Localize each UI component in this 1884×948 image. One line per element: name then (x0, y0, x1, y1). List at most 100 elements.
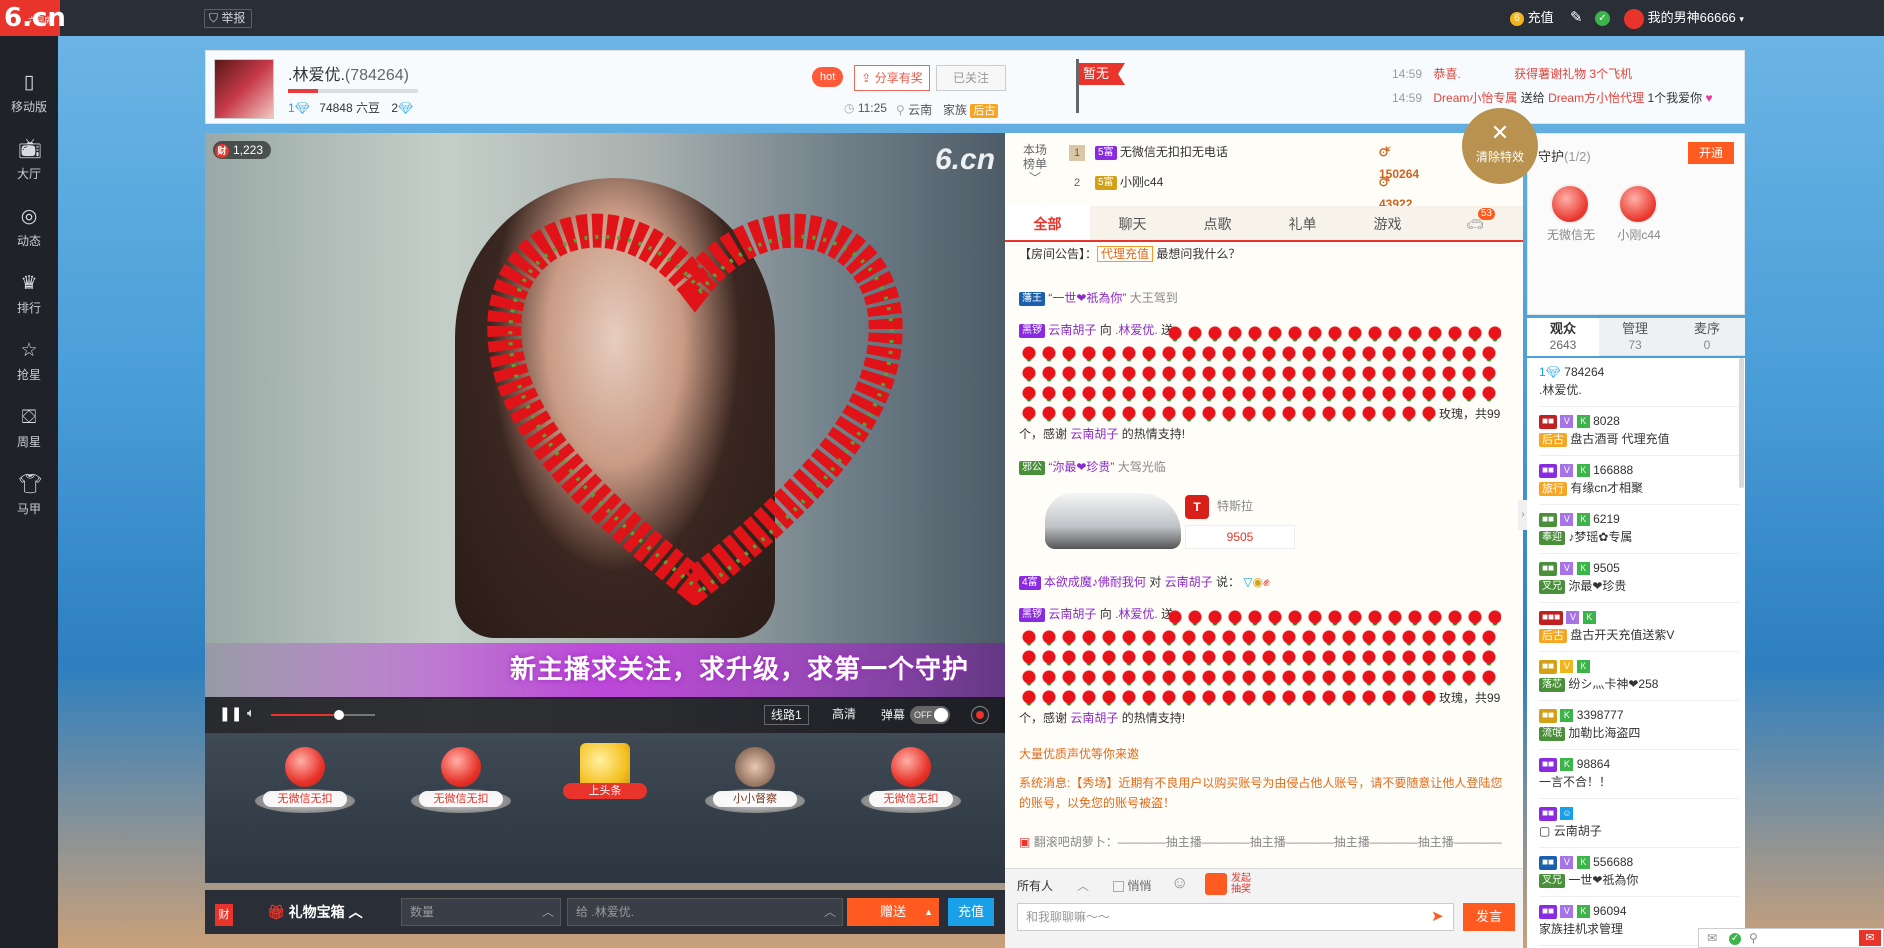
bag-icon: ⛋ (21, 407, 37, 428)
gift-item[interactable]: 无微信无扣 (255, 743, 355, 823)
search-icon[interactable]: ⚲ (1749, 931, 1758, 945)
lottery-icon (1205, 873, 1227, 895)
lottery-button[interactable]: 发起抽奖 (1205, 873, 1255, 897)
chat-panel: 本场 榜单 ﹀ 1 5富 无微信无扣扣无电话 🜚 150264 2 5富 小刚c44 🜚… (1005, 133, 1523, 943)
tab-mic-queue[interactable]: 麦序 0 (1671, 318, 1743, 356)
gift-headline[interactable]: 上头条 (555, 743, 655, 823)
list-item[interactable]: ■■ V K 8028 后古 盘古酒哥 代理充值 (1539, 407, 1739, 456)
edit-icon[interactable]: ✎ (1570, 0, 1583, 36)
nav-item-hall[interactable]: 📺︎ 大厅 (0, 129, 58, 191)
tab-audience[interactable]: 观众 2643 (1527, 318, 1599, 356)
site-logo[interactable]: 6.cn 六间房 (0, 0, 66, 36)
emoji-picker-icon[interactable]: ☺ (1171, 873, 1188, 893)
speak-button[interactable]: 发言 (1463, 903, 1515, 931)
fortune-icon[interactable]: 财 (215, 904, 233, 926)
volume-icon[interactable]: 🔈︎ (247, 705, 255, 721)
nav-item-weekstar[interactable]: ⛋ 周星 (0, 397, 58, 459)
rank-title[interactable]: 本场 榜单 ﹀ (1023, 143, 1047, 185)
recipient-select[interactable]: 给 .林爱优. ︿ (567, 898, 843, 926)
tab-admins[interactable]: 管理 73 (1599, 318, 1671, 356)
tab-chat[interactable]: 聊天 (1090, 206, 1175, 242)
tab-song[interactable]: 点歌 (1175, 206, 1260, 242)
car-tab[interactable]: 🚗︎ 53 (1445, 206, 1505, 242)
record-button[interactable] (971, 706, 989, 724)
nav-item-rank[interactable]: ♛ 排行 (0, 263, 58, 325)
list-item[interactable]: 1💎︎ 784264 .林爱优. (1539, 358, 1739, 407)
video-player[interactable]: 6.cn 财 1,223 新主播求关注，求升级，求第一个守护 (205, 133, 1005, 733)
emoji-icon: ◉ (1252, 575, 1264, 589)
nav-item-feed[interactable]: ◎ 动态 (0, 196, 58, 258)
list-item[interactable]: ■■ ☺ ▢ 云南胡子 (1539, 799, 1739, 848)
recharge-link[interactable]: 6 充值 (1510, 0, 1554, 36)
gift-thanks: 个，感谢 云南胡子 的热情支持! (1019, 711, 1186, 725)
quantity-input[interactable]: 数量 ︿ (401, 898, 561, 926)
audience-scrollbar[interactable] (1739, 358, 1744, 488)
quality-button[interactable]: 高清 (826, 705, 862, 725)
nav-item-mobile[interactable]: ▯ 移动版 (0, 62, 58, 124)
tesla-icon: T (1185, 495, 1209, 519)
report-button[interactable]: ⛉ 举报 (204, 9, 253, 28)
recipient-dropdown[interactable]: 所有人 ︿ (1017, 875, 1097, 897)
chat-message: 黑锣 云南胡子 向 .林爱优. 送 (1019, 605, 1173, 623)
gift-thanks: 个，感谢 云南胡子 的热情支持! (1019, 427, 1186, 441)
left-nav: ▯ 移动版 📺︎ 大厅 ◎ 动态 ♛ 排行 ☆ 抢星 ⛋ 周星 👕︎ 马甲 (0, 36, 58, 948)
invite-message[interactable]: 大量优质声优等你来邀 (1019, 744, 1509, 764)
chat-input-area: 所有人 ︿ 悄悄 ☺ 发起抽奖 和我聊聊嘛～～ ➤ 发言 (1005, 868, 1523, 948)
list-item[interactable]: ■■ V K 166888 旅行 有缘cn才相聚 (1539, 456, 1739, 505)
guard-avatar[interactable] (1618, 184, 1658, 224)
gift-item[interactable]: 无微信无扣 (861, 743, 961, 823)
fortune-badge[interactable]: 财 1,223 (213, 141, 272, 159)
user-menu[interactable]: 我的男神66666 ▾ (1624, 0, 1744, 36)
send-gift-button[interactable]: 赠送 ▲ (847, 898, 939, 926)
open-guard-button[interactable]: 开通 (1688, 142, 1734, 164)
pause-icon[interactable]: ❚❚ (219, 705, 242, 722)
guard-avatar[interactable] (1550, 184, 1590, 224)
list-item[interactable]: ■■ V K 556688 叉兄 一世❤祇為你 (1539, 848, 1739, 897)
quick-gifts: 无微信无扣 无微信无扣 上头条 小小督察 无微信无扣 (205, 733, 1005, 883)
list-item[interactable]: ■■ K 3398777 流氓 加勒比海盗四 (1539, 701, 1739, 750)
rose-gift-grid (1019, 343, 1501, 425)
player-controls: ❚❚ 🔈︎ 线路1 高清 弹幕 OFF (205, 697, 1005, 733)
car-name: 特斯拉 (1217, 499, 1254, 513)
tab-all[interactable]: 全部 (1005, 206, 1090, 242)
follow-button[interactable]: 已关注 (936, 65, 1006, 91)
rose-heart-effect (487, 213, 903, 605)
chat-input[interactable]: 和我聊聊嘛～～ (1017, 903, 1454, 931)
list-item[interactable]: ■■ K 98864 一言不合！！ (1539, 750, 1739, 799)
danmu-label: 弹幕 (881, 708, 906, 722)
host-avatar[interactable] (214, 59, 274, 119)
flag-badge[interactable]: 暂无 (1079, 63, 1125, 85)
flag-pole (1076, 59, 1079, 113)
whisper-checkbox[interactable]: 悄悄 (1113, 877, 1151, 894)
send-icon[interactable]: ➤ (1431, 907, 1444, 925)
chevron-down-icon: ▾ (1739, 14, 1744, 24)
tab-games[interactable]: 游戏 (1345, 206, 1430, 242)
rank-row[interactable]: 1 5富 无微信无扣扣无电话 🜚 150264 (1069, 141, 1419, 181)
rank-row[interactable]: 2 5富 小刚c44 🜚 43922 (1069, 171, 1412, 211)
message-icon[interactable]: ✉ (1859, 930, 1881, 946)
volume-slider[interactable] (271, 710, 375, 720)
host-name: .林爱优.(784264) (288, 67, 409, 84)
list-item[interactable]: ■■■ V K 后古 盘古开天充值送紫V (1539, 603, 1739, 652)
live-time: ◷ 11:25 (844, 101, 887, 115)
list-item[interactable]: ■■ V K 9505 叉兄 沵最❤珍贵 (1539, 554, 1739, 603)
clear-effects-button[interactable]: ✕ 清除特效 (1462, 108, 1538, 184)
list-item[interactable]: ■■ V K 6219 奉迎 ♪梦瑶✿专属 (1539, 505, 1739, 554)
share-button[interactable]: ⇪ 分享有奖 (854, 65, 930, 91)
nav-item-star[interactable]: ☆ 抢星 (0, 330, 58, 392)
host-family[interactable]: 家族 后古 (943, 101, 999, 118)
tab-gifts[interactable]: 礼单 (1260, 206, 1345, 242)
bean-icon: 🜚 (1379, 175, 1392, 189)
giftbox-button[interactable]: 🎁︎ 礼物宝箱 ︿ (267, 902, 363, 922)
verified-icon[interactable]: ✓ (1595, 0, 1610, 36)
topup-button[interactable]: 充值 (948, 898, 994, 926)
danmu-toggle[interactable]: OFF (910, 706, 950, 724)
gift-item[interactable]: 小小督察 (705, 743, 805, 823)
mail-icon[interactable]: ✉ (1707, 931, 1717, 945)
gift-item[interactable]: 无微信无扣 (411, 743, 511, 823)
line-button[interactable]: 线路1 (764, 705, 809, 725)
nav-item-vest[interactable]: 👕︎ 马甲 (0, 464, 58, 526)
bean-icon: 🜚 (1379, 145, 1392, 159)
list-item[interactable]: ■■ V K 落芯 纷シ灬卡神❤258 (1539, 652, 1739, 701)
speaker-icon: ▣ (1019, 835, 1031, 849)
